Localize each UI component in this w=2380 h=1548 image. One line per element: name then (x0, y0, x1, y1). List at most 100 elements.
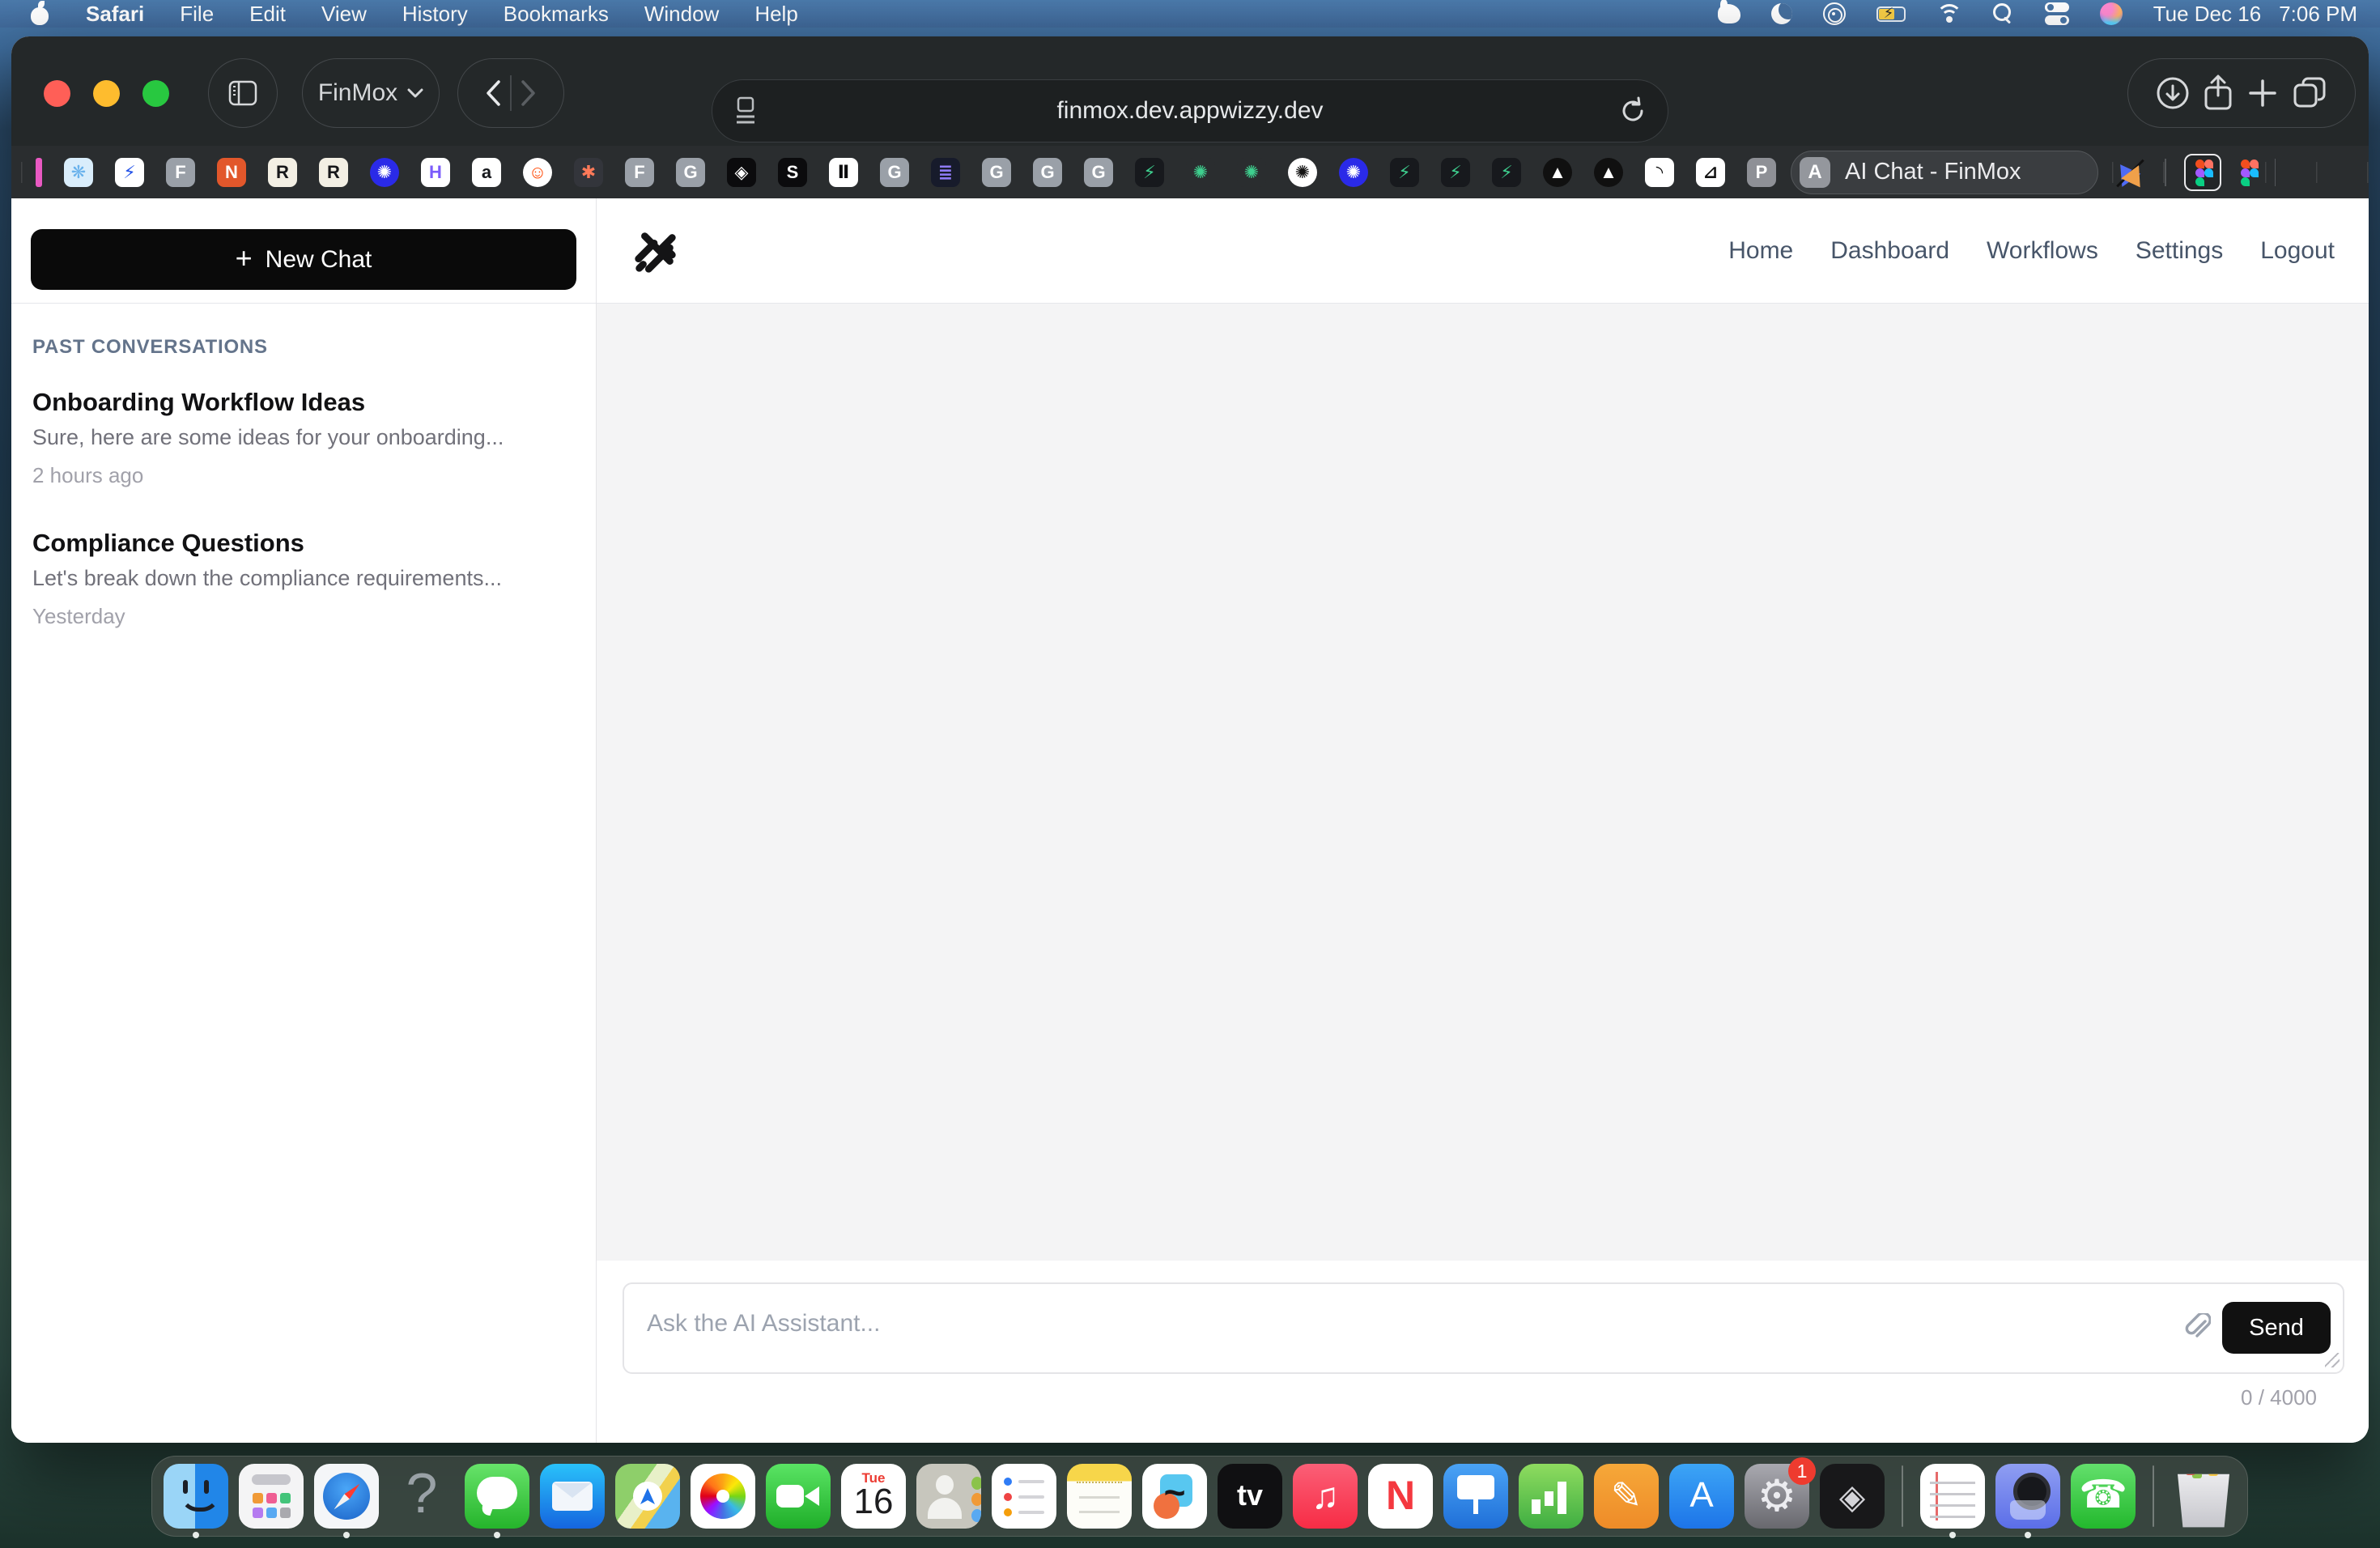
address-bar[interactable]: finmox.dev.appwizzy.dev (712, 79, 1668, 142)
letter-f-favicon[interactable]: F (166, 158, 195, 187)
letter-g5-favicon[interactable]: G (1084, 158, 1113, 187)
profile-switcher[interactable]: FinMox (302, 58, 440, 128)
sailboat-favicon[interactable]: ⊿ (1696, 158, 1725, 187)
conversation-item[interactable]: Onboarding Workflow Ideas Sure, here are… (32, 388, 575, 488)
sidebar-toggle-button[interactable] (208, 58, 278, 128)
hubspot-favicon[interactable]: ✱ (574, 158, 603, 187)
letter-g4-favicon[interactable]: G (1033, 158, 1062, 187)
menu-item[interactable]: Help (754, 2, 797, 27)
wifi-icon[interactable] (1936, 4, 1962, 23)
dock-notes-icon[interactable] (1067, 1464, 1132, 1529)
vercel2-favicon[interactable]: ▲ (1594, 158, 1623, 187)
spotlight-icon[interactable] (1993, 3, 2014, 24)
attach-file-icon[interactable] (2183, 1313, 2211, 1344)
close-window-button[interactable] (44, 80, 70, 107)
minimize-window-button[interactable] (93, 80, 120, 107)
battery-charging-icon[interactable] (1876, 6, 1906, 22)
zoom-window-button[interactable] (142, 80, 169, 107)
dock-finder-icon[interactable] (164, 1464, 228, 1529)
share-icon[interactable] (2203, 74, 2233, 112)
figma-extension-icon[interactable] (2239, 158, 2257, 187)
dock-launchpad-icon[interactable] (239, 1464, 304, 1529)
downloads-icon[interactable] (2156, 76, 2190, 110)
app-silhouette-icon[interactable] (1718, 4, 1740, 23)
menu-item[interactable]: Bookmarks (504, 2, 609, 27)
swoosh-favicon[interactable]: ◝ (1645, 158, 1674, 187)
focus-moon-icon[interactable] (1771, 3, 1792, 24)
openai-white-favicon[interactable]: ✺ (1288, 158, 1317, 187)
menu-item[interactable]: Edit (249, 2, 286, 27)
supabase3-favicon[interactable]: ⚡ (1441, 158, 1470, 187)
dock-facetime-icon[interactable] (766, 1464, 831, 1529)
equalizer-favicon[interactable]: ≣ (931, 158, 960, 187)
swirl-green-favicon[interactable]: ✺ (1186, 158, 1215, 187)
new-tab-icon[interactable] (2246, 77, 2279, 109)
chat-input[interactable] (623, 1282, 2344, 1374)
siri-icon[interactable] (2100, 2, 2123, 25)
brain-favicon[interactable]: ❋ (64, 158, 93, 187)
dock-messages-icon[interactable] (465, 1464, 529, 1529)
dock-app-store-icon[interactable]: A (1669, 1464, 1734, 1529)
letter-r-favicon[interactable]: R (268, 158, 297, 187)
reddit-favicon[interactable]: ☺ (523, 158, 552, 187)
letter-g2-favicon[interactable]: G (880, 158, 909, 187)
vercel-favicon[interactable]: ▲ (1543, 158, 1572, 187)
reload-icon[interactable] (1619, 96, 1647, 125)
menu-item[interactable]: File (180, 2, 214, 27)
resize-handle[interactable] (2325, 1353, 2340, 1367)
bolt-blue-favicon[interactable]: ⚡ (115, 158, 144, 187)
magic-wand-icon[interactable] (2114, 156, 2147, 189)
openai-blue-favicon[interactable]: ✺ (370, 158, 399, 187)
openai-blue2-favicon[interactable]: ✺ (1339, 158, 1368, 187)
dock-camera-lens-app-icon[interactable] (1995, 1464, 2060, 1529)
dock-reminders-icon[interactable] (992, 1464, 1056, 1529)
airdrop-icon[interactable] (1823, 2, 1846, 25)
letter-f2-favicon[interactable]: F (625, 158, 654, 187)
dock-cube-app-icon[interactable]: ◈ (1820, 1464, 1885, 1529)
dock-calendar-icon[interactable]: Tue 16 (841, 1464, 906, 1529)
dock-photos-icon[interactable] (691, 1464, 755, 1529)
dock-phone-icon[interactable]: ☎ (2071, 1464, 2136, 1529)
dock-contacts-icon[interactable] (916, 1464, 981, 1529)
dock-mail-icon[interactable] (540, 1464, 605, 1529)
new-chat-button[interactable]: + New Chat (31, 229, 576, 290)
dock-trash-icon[interactable] (2171, 1464, 2236, 1529)
nav-dashboard[interactable]: Dashboard (1830, 237, 1949, 265)
dock-keynote-icon[interactable] (1443, 1464, 1508, 1529)
apple-menu-icon[interactable] (31, 2, 50, 25)
nav-settings[interactable]: Settings (2136, 237, 2223, 265)
menu-item[interactable]: View (321, 2, 367, 27)
diamond-favicon[interactable]: ◈ (727, 158, 756, 187)
tab-overview-icon[interactable] (2292, 75, 2327, 111)
menu-item[interactable]: Safari (86, 2, 144, 27)
letter-h-favicon[interactable]: H (421, 158, 450, 187)
dock-numbers-icon[interactable] (1519, 1464, 1583, 1529)
letter-n-favicon[interactable]: N (217, 158, 246, 187)
letter-r2-favicon[interactable]: R (319, 158, 348, 187)
letter-p-favicon[interactable]: P (1747, 158, 1776, 187)
dock-system-settings-icon[interactable]: ⚙ 1 (1745, 1464, 1809, 1529)
dock-safari-icon[interactable] (314, 1464, 379, 1529)
supabase2-favicon[interactable]: ⚡ (1390, 158, 1419, 187)
dock-apple-tv-icon[interactable]: tv (1218, 1464, 1282, 1529)
dock-news-icon[interactable]: N (1368, 1464, 1433, 1529)
dock-maps-icon[interactable] (615, 1464, 680, 1529)
menu-item[interactable]: History (402, 2, 468, 27)
back-button-icon[interactable] (484, 79, 502, 107)
dock-missing-app-icon[interactable]: ? (389, 1464, 454, 1529)
letter-g1-favicon[interactable]: G (676, 158, 705, 187)
nav-logout[interactable]: Logout (2260, 237, 2335, 265)
forward-button-icon[interactable] (520, 79, 538, 107)
letter-g3-favicon[interactable]: G (982, 158, 1011, 187)
active-tab[interactable]: A AI Chat - FinMox (1791, 151, 2098, 194)
clipped-favicon[interactable] (36, 158, 42, 187)
amazon-favicon[interactable]: a (472, 158, 501, 187)
letter-s-favicon[interactable]: S (778, 158, 807, 187)
send-button[interactable]: Send (2222, 1302, 2331, 1354)
nav-workflows[interactable]: Workflows (1987, 237, 2098, 265)
dock-freeform-icon[interactable]: ~ (1142, 1464, 1207, 1529)
menu-item[interactable]: Window (644, 2, 719, 27)
nav-home[interactable]: Home (1728, 237, 1793, 265)
figma-active-extension-icon[interactable] (2184, 154, 2221, 191)
pause-favicon[interactable]: Ⅱ (829, 158, 858, 187)
